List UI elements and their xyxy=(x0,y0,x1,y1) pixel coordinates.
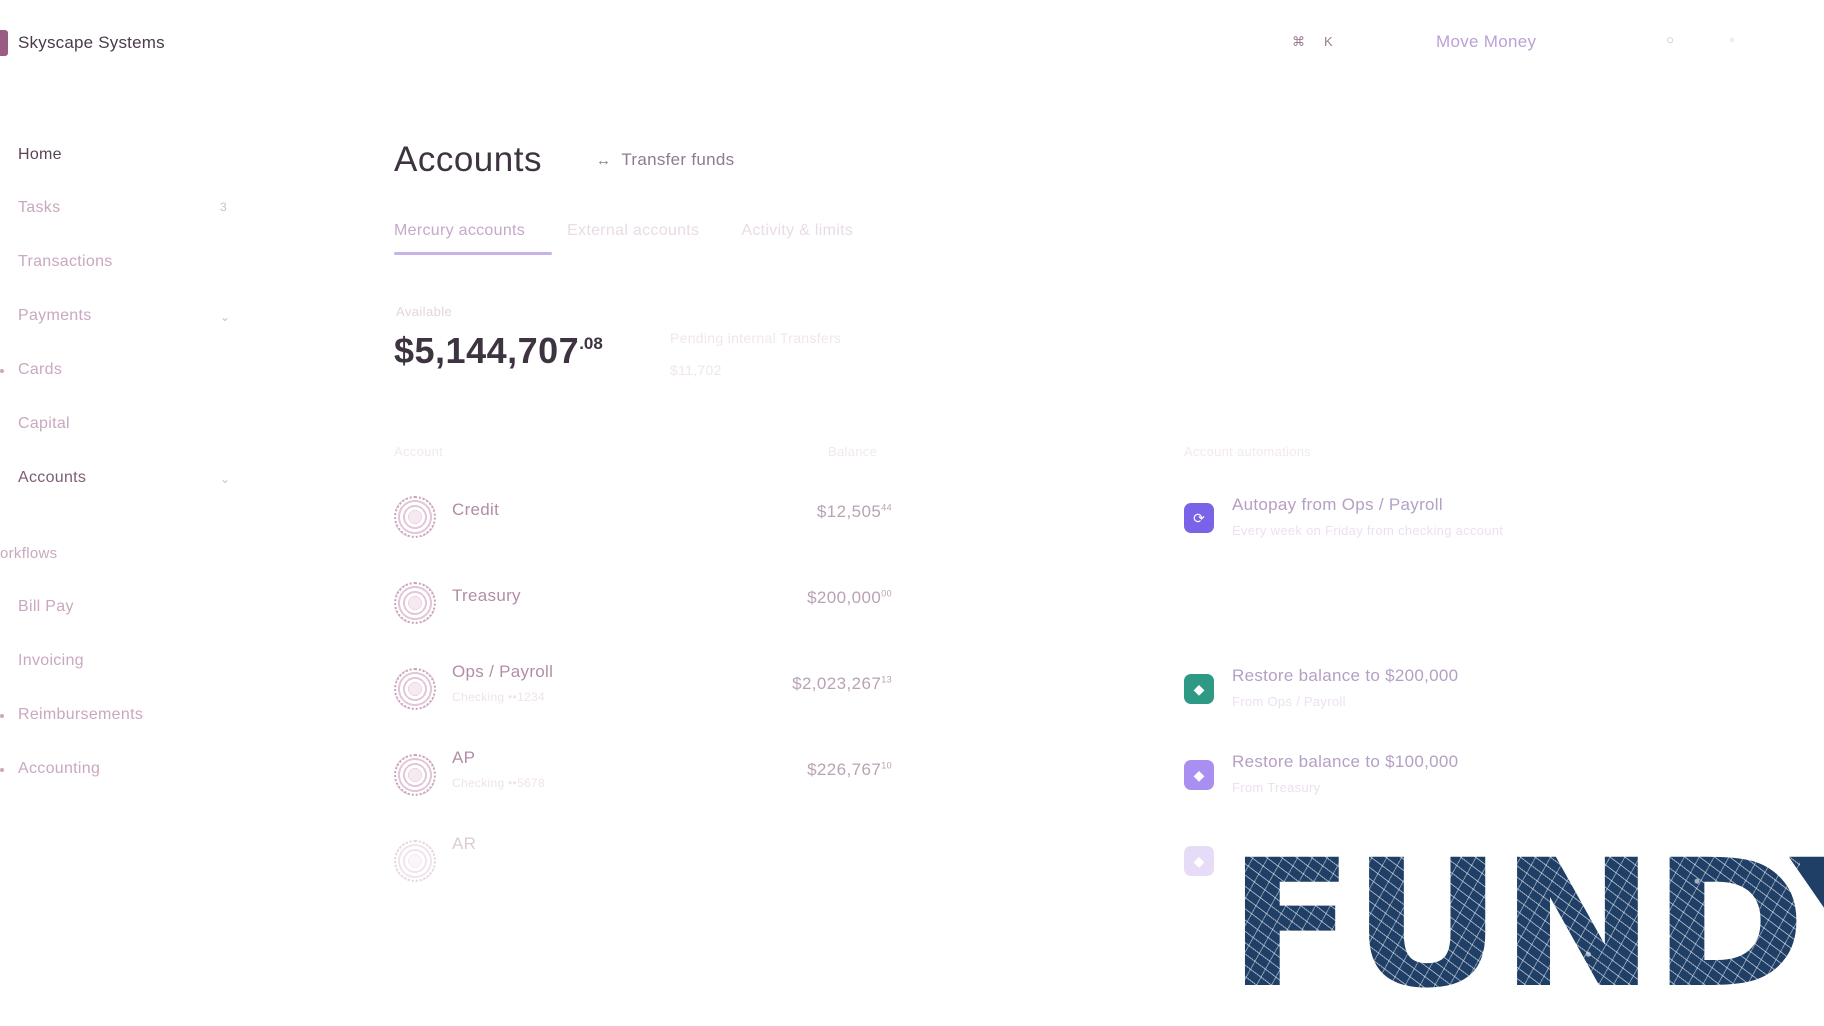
sidebar-item-cards[interactable]: Cards xyxy=(18,361,62,379)
sidebar-item-bill-pay[interactable]: Bill Pay xyxy=(18,598,74,616)
cards-dot-icon xyxy=(0,369,4,373)
brand-logo-icon xyxy=(0,30,8,56)
account-emblem-icon xyxy=(394,840,436,882)
user-menu-icon[interactable]: ◦ xyxy=(1724,32,1740,48)
watermark-text: FUNDYI xyxy=(1228,852,1824,998)
brand[interactable]: Skyscape Systems xyxy=(0,30,165,56)
account-name: AR xyxy=(452,834,477,853)
sidebar-item-accounting[interactable]: Accounting xyxy=(18,760,100,778)
automation-title: Restore balance to $200,000 xyxy=(1232,666,1459,685)
page-title: Accounts xyxy=(394,140,542,179)
account-balance: $226,76710 xyxy=(807,760,892,779)
automation-restore-200k[interactable]: ◆ Restore balance to $200,000 From Ops /… xyxy=(1184,666,1644,734)
tab-external-accounts[interactable]: External accounts xyxy=(567,222,699,240)
automation-subtitle: From Treasury xyxy=(1232,780,1321,795)
sidebar-item-home[interactable]: Home xyxy=(18,146,62,164)
account-emblem-icon xyxy=(394,496,436,538)
column-header-account: Account xyxy=(394,444,444,459)
notifications-icon[interactable]: ○ xyxy=(1662,32,1678,48)
automation-title: Restore balance to $100,000 xyxy=(1232,752,1459,771)
sidebar-item-capital[interactable]: Capital xyxy=(18,415,70,433)
sidebar-item-transactions[interactable]: Transactions xyxy=(18,253,113,271)
chevron-down-icon[interactable]: ⌄ xyxy=(220,310,230,324)
automation-subtitle: From Ops / Payroll xyxy=(1232,694,1346,709)
automation-title: Autopay from Ops / Payroll xyxy=(1232,495,1443,514)
account-emblem-icon xyxy=(394,754,436,796)
chevron-down-icon[interactable]: ⌄ xyxy=(220,472,230,486)
arrows-left-right-icon: ↔ xyxy=(596,151,612,169)
brand-name: Skyscape Systems xyxy=(18,33,165,52)
column-header-balance: Balance xyxy=(828,444,878,459)
sidebar-item-payments[interactable]: Payments xyxy=(18,307,92,325)
account-emblem-icon xyxy=(394,668,436,710)
top-bar: Skyscape Systems ⌘ K Move Money ○ ◦ xyxy=(0,0,1824,84)
account-emblem-icon xyxy=(394,582,436,624)
pending-transfers-value: $11,702 xyxy=(670,362,722,378)
automation-autopay[interactable]: ⟳ Autopay from Ops / Payroll Every week … xyxy=(1184,495,1644,563)
reimbursements-dot-icon xyxy=(0,714,4,718)
account-name: Ops / Payroll xyxy=(452,662,554,681)
restore-icon: ◆ xyxy=(1184,760,1214,790)
autopay-icon: ⟳ xyxy=(1184,503,1214,533)
restore-icon: ◆ xyxy=(1184,674,1214,704)
account-row-ops-payroll[interactable]: Ops / Payroll Checking ••1234 $2,023,267… xyxy=(394,662,892,728)
shortcut-key-cmd: ⌘ xyxy=(1292,34,1305,49)
automation-subtitle: Every week on Friday from checking accou… xyxy=(1232,523,1504,538)
restore-icon: ◆ xyxy=(1184,846,1214,876)
account-balance: $2,023,26713 xyxy=(792,674,892,693)
sidebar-item-accounts[interactable]: Accounts xyxy=(18,469,86,487)
account-row-credit[interactable]: Credit $12,50544 xyxy=(394,496,892,556)
section-label-workflows: orkflows xyxy=(0,545,58,562)
account-balance: $12,50544 xyxy=(816,502,892,521)
sidebar-item-reimbursements[interactable]: Reimbursements xyxy=(18,706,143,724)
sidebar-item-tasks[interactable]: Tasks xyxy=(18,199,60,217)
account-subtitle: Checking ••5678 xyxy=(452,776,545,790)
account-name: Credit xyxy=(452,500,500,519)
available-label: Available xyxy=(396,304,453,319)
active-tab-indicator xyxy=(394,252,552,255)
account-row-ar[interactable]: AR xyxy=(394,834,892,900)
account-tabs: Mercury accounts External accounts Activ… xyxy=(394,222,853,240)
account-row-ap[interactable]: AP Checking ••5678 $226,76710 xyxy=(394,748,892,814)
account-name: Treasury xyxy=(452,586,521,605)
accounting-dot-icon xyxy=(0,768,4,772)
available-balance: $5,144,707 .08 xyxy=(394,330,603,372)
tasks-badge: 3 xyxy=(220,200,227,214)
pending-transfers-label: Pending internal Transfers xyxy=(670,330,842,346)
move-money-button[interactable]: Move Money xyxy=(1436,32,1536,52)
balance-amount: $5,144,707 xyxy=(394,330,580,371)
automation-restore-100k[interactable]: ◆ Restore balance to $100,000 From Treas… xyxy=(1184,752,1644,820)
fundyi-watermark-logo: FUNDYI xyxy=(1228,852,1824,998)
account-name: AP xyxy=(452,748,476,767)
sidebar-item-invoicing[interactable]: Invoicing xyxy=(18,652,84,670)
transfer-funds-button[interactable]: ↔ Transfer funds xyxy=(596,150,735,170)
transfer-funds-label: Transfer funds xyxy=(621,150,735,169)
account-subtitle: Checking ••1234 xyxy=(452,690,545,704)
shortcut-key-k: K xyxy=(1324,34,1333,49)
account-balance: $200,00000 xyxy=(807,588,892,607)
account-row-treasury[interactable]: Treasury $200,00000 xyxy=(394,582,892,642)
tab-mercury-accounts[interactable]: Mercury accounts xyxy=(394,222,525,240)
tab-activity-limits[interactable]: Activity & limits xyxy=(741,222,853,240)
column-header-automations: Account automations xyxy=(1184,444,1312,459)
balance-cents: .08 xyxy=(579,334,603,353)
